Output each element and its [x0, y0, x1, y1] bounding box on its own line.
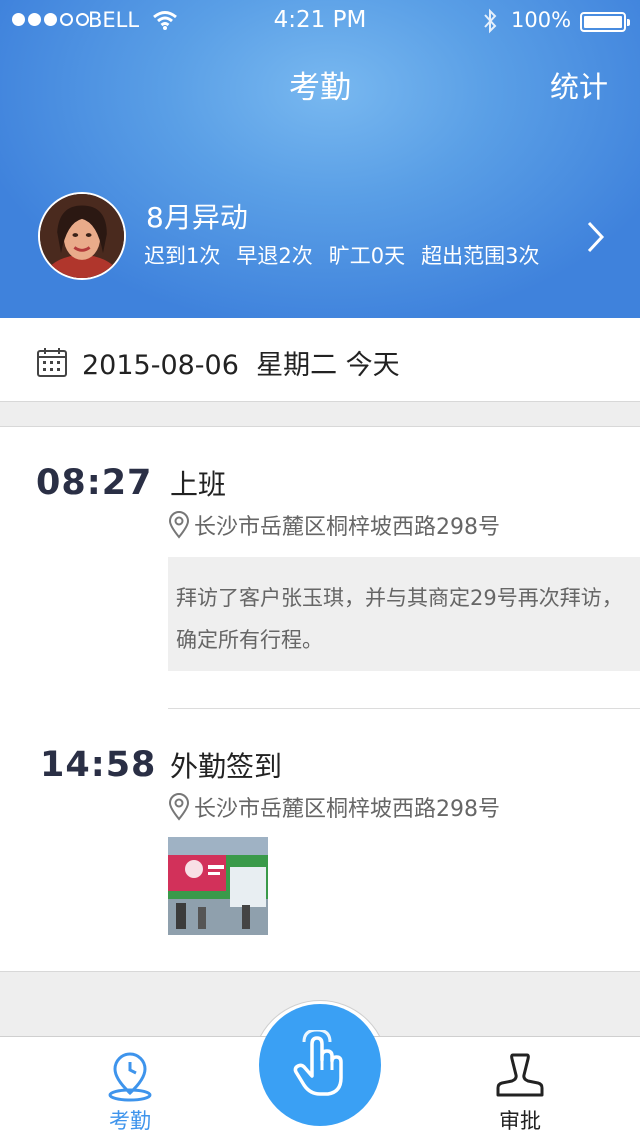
tab-approval[interactable]: 审批: [460, 1037, 580, 1136]
checkin-button[interactable]: [259, 1004, 381, 1126]
statistics-button[interactable]: 统计: [550, 64, 608, 106]
list-item[interactable]: 08:27 上班 长沙市岳麓区桐梓坡西路298号 拜访了客户张玉琪，并与其商定2…: [0, 427, 640, 709]
summary-title: 8月异动: [146, 201, 248, 234]
header: BELL 4:21 PM 100% 考勤 统计 8月异动 迟到1次 早退2次 旷…: [0, 0, 640, 318]
summary-stats: 迟到1次 早退2次 旷工0天 超出范围3次: [144, 240, 540, 270]
location-pin-icon: [168, 793, 190, 821]
out-of-range-count: 超出范围3次: [421, 244, 540, 268]
date-label: 2015-08-06 星期二 今天: [82, 350, 400, 381]
attendance-screen: BELL 4:21 PM 100% 考勤 统计 8月异动 迟到1次 早退2次 旷…: [0, 0, 640, 1136]
record-location-text: 长沙市岳麓区桐梓坡西路298号: [194, 515, 500, 540]
monthly-summary[interactable]: 8月异动 迟到1次 早退2次 旷工0天 超出范围3次: [38, 192, 638, 282]
calendar-icon: [37, 348, 67, 377]
tab-attendance[interactable]: 考勤: [70, 1037, 190, 1136]
stamp-icon: [496, 1053, 544, 1097]
record-location-text: 长沙市岳麓区桐梓坡西路298号: [194, 797, 500, 822]
record-note: 拜访了客户张玉琪，并与其商定29号再次拜访，确定所有行程。: [168, 557, 640, 671]
status-bar: BELL 4:21 PM 100%: [0, 0, 640, 40]
record-location: 长沙市岳麓区桐梓坡西路298号: [168, 791, 500, 823]
tab-approval-label: 审批: [499, 1109, 541, 1133]
early-leave-count: 早退2次: [236, 244, 313, 268]
battery-percentage: 100%: [511, 8, 572, 32]
page-title: 考勤: [289, 70, 351, 106]
hand-tap-icon: [293, 1030, 343, 1096]
record-time: 14:58: [40, 745, 157, 785]
battery-icon: [580, 12, 630, 32]
date-bar[interactable]: 2015-08-06 星期二 今天: [0, 318, 640, 402]
bluetooth-icon: [484, 8, 497, 34]
clock-pin-icon: [108, 1052, 152, 1102]
record-location: 长沙市岳麓区桐梓坡西路298号: [168, 509, 500, 541]
location-pin-icon: [168, 511, 190, 539]
photo-thumbnail[interactable]: [168, 837, 268, 935]
list-item[interactable]: 14:58 外勤签到 长沙市岳麓区桐梓坡西路298号: [0, 709, 640, 971]
record-time: 08:27: [36, 463, 153, 503]
attendance-records: 08:27 上班 长沙市岳麓区桐梓坡西路298号 拜访了客户张玉琪，并与其商定2…: [0, 426, 640, 972]
late-count: 迟到1次: [144, 244, 221, 268]
absence-count: 旷工0天: [328, 244, 406, 268]
tab-attendance-label: 考勤: [109, 1109, 151, 1133]
record-title: 外勤签到: [170, 750, 283, 783]
avatar: [38, 192, 126, 280]
chevron-right-icon[interactable]: [586, 220, 606, 254]
record-title: 上班: [170, 468, 227, 501]
